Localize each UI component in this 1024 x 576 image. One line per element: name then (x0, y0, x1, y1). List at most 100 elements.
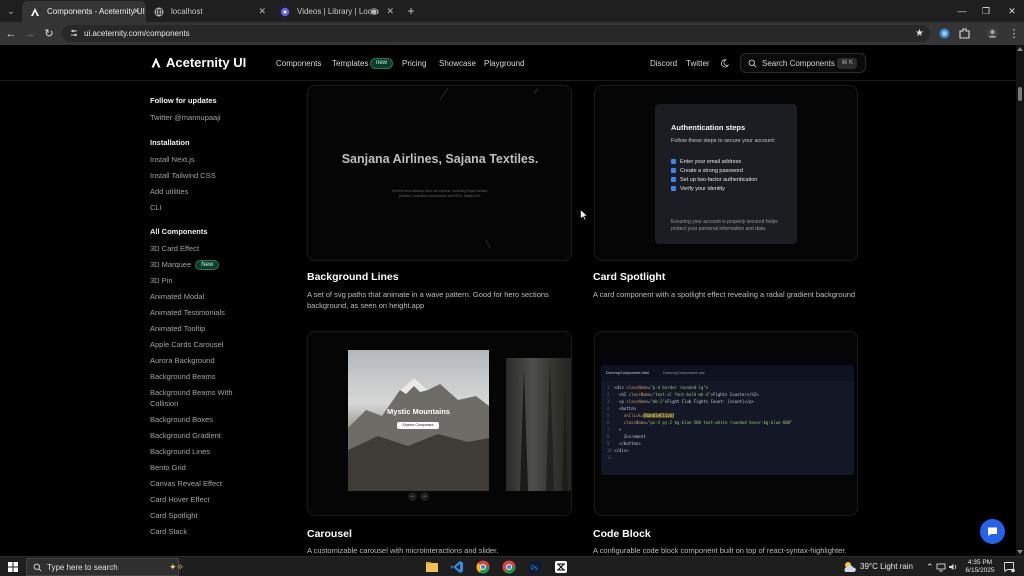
file-explorer-icon[interactable] (424, 559, 440, 575)
back-icon[interactable]: ← (3, 26, 19, 42)
moon-icon[interactable] (720, 59, 729, 68)
background-lines-preview[interactable]: Sanjana Airlines, Sajana Textiles. Get t… (307, 85, 572, 261)
nav-components[interactable]: Components (276, 59, 321, 68)
tab-search-icon[interactable]: ⌄ (3, 3, 19, 19)
sidebar-item-background-gradient[interactable]: Background Gradient (150, 431, 221, 441)
carousel-prev-icon[interactable]: ← (408, 492, 417, 501)
bookmark-star-icon[interactable]: ★ (915, 25, 924, 42)
nav-twitter[interactable]: Twitter (686, 59, 710, 68)
sidebar-item-animated-tooltip[interactable]: Animated Tooltip (150, 324, 205, 334)
site-logo-text[interactable]: Aceternity UI (166, 55, 246, 70)
search-components-input[interactable]: Search Components ⌘ K (740, 53, 866, 73)
sidebar-item-twitter[interactable]: Twitter @mannupaaji (150, 113, 221, 123)
restore-icon[interactable]: ❐ (976, 3, 996, 19)
volume-icon[interactable] (948, 562, 958, 572)
extension-icon[interactable] (938, 27, 951, 40)
loom-icon (280, 7, 290, 17)
carousel-slide-mountains[interactable] (348, 350, 489, 491)
url-text[interactable]: ui.aceternity.com/components (84, 25, 190, 42)
taskbar-search-input[interactable]: Type here to search ✦✧ (26, 558, 184, 576)
sidebar-item-background-beams-collision[interactable]: Background Beams With (150, 388, 233, 398)
carousel-preview[interactable]: Mystic Mountains Explore Component ← → (307, 331, 572, 516)
menu-dots-icon[interactable]: ⋮ (1006, 26, 1022, 42)
card-title-card-spotlight[interactable]: Card Spotlight (593, 271, 665, 283)
tab-title: localhost (171, 7, 203, 16)
card-title-carousel[interactable]: Carousel (307, 528, 352, 540)
sidebar-item-card-spotlight[interactable]: Card Spotlight (150, 511, 198, 521)
tab-close-icon[interactable]: ✕ (258, 1, 266, 22)
search-shortcut-badge: ⌘ K (837, 58, 857, 69)
site-info-icon[interactable] (69, 28, 79, 38)
sidebar-heading-all-components: All Components (150, 227, 208, 236)
scroll-down-icon[interactable] (1017, 550, 1023, 554)
reload-icon[interactable]: ↻ (41, 26, 57, 42)
carousel-explore-button[interactable]: Explore Component (397, 422, 439, 429)
tab-localhost[interactable]: localhost ✕ (146, 1, 272, 22)
notifications-icon[interactable] (1003, 561, 1015, 573)
photoshop-icon[interactable]: Ps (527, 559, 543, 575)
card-title-background-lines[interactable]: Background Lines (307, 271, 399, 283)
code-tab-css[interactable]: DummyComponent.css (663, 370, 705, 375)
chrome-icon[interactable] (475, 559, 491, 575)
sidebar-item-aurora-background[interactable]: Aurora Background (150, 356, 215, 366)
sidebar-item-card-stack[interactable]: Card Stack (150, 527, 187, 537)
tab-close-icon[interactable]: ✕ (386, 1, 394, 22)
carousel-slide-forest[interactable] (506, 358, 571, 491)
aceternity-logo-icon[interactable] (151, 57, 161, 68)
tab-close-icon[interactable]: ✕ (132, 1, 140, 22)
chat-support-button[interactable] (980, 519, 1005, 544)
weather-icon[interactable] (843, 560, 857, 574)
sidebar-item-canvas-reveal-effect[interactable]: Canvas Reveal Effect (150, 479, 222, 489)
tab-loom[interactable]: Videos | Library | Loom ◉ ✕ (272, 1, 400, 22)
windows-start-icon[interactable] (8, 562, 18, 572)
network-icon[interactable] (936, 562, 946, 572)
nav-discord[interactable]: Discord (650, 59, 677, 68)
carousel-next-icon[interactable]: → (420, 492, 429, 501)
sidebar-item-background-beams-collision-line2[interactable]: Collision (150, 399, 178, 409)
nav-pricing[interactable]: Pricing (402, 59, 426, 68)
auth-title: Authentication steps (671, 123, 746, 132)
page-scrollbar[interactable] (1016, 45, 1024, 556)
nav-showcase[interactable]: Showcase (439, 59, 476, 68)
recording-icon[interactable]: ◉ (370, 1, 378, 22)
code-tab-html[interactable]: DummyComponent.html (606, 370, 649, 375)
sidebar-item-background-lines[interactable]: Background Lines (150, 447, 210, 457)
sidebar-item-animated-testimonials[interactable]: Animated Testimonials (150, 308, 225, 318)
scroll-up-icon[interactable] (1017, 47, 1023, 51)
chrome-profile-icon[interactable] (501, 559, 517, 575)
tray-chevron-icon[interactable]: ⌃ (926, 557, 934, 576)
minimize-icon[interactable]: — (952, 3, 972, 19)
system-clock[interactable]: 4:35 PM 6/15/2025 (960, 559, 1000, 575)
sidebar-item-install-nextjs[interactable]: Install Next.js (150, 155, 195, 165)
code-line: 2 <h2 className="text-xl font-bold mb-4"… (607, 392, 759, 397)
scrollbar-thumb[interactable] (1018, 87, 1022, 101)
code-block-preview[interactable]: DummyComponent.html DummyComponent.css 1… (594, 331, 858, 516)
sidebar-item-3d-card-effect[interactable]: 3D Card Effect (150, 244, 199, 254)
card-spotlight-preview[interactable]: Authentication steps Follow these steps … (594, 85, 858, 261)
code-line: 3 <p className="mb-2">Fight Club Fights … (607, 399, 754, 404)
close-window-icon[interactable]: ✕ (1002, 3, 1022, 19)
sidebar-item-3d-pin[interactable]: 3D Pin (150, 276, 173, 286)
sidebar-item-3d-marquee[interactable]: 3D Marquee New (150, 260, 220, 270)
puzzle-extensions-icon[interactable] (958, 27, 971, 40)
card-title-code-block[interactable]: Code Block (593, 528, 651, 540)
weather-text[interactable]: 39°C Light rain (860, 557, 913, 576)
nav-playground[interactable]: Playground (484, 59, 524, 68)
sidebar-item-cli[interactable]: CLI (150, 203, 162, 213)
tab-aceternity[interactable]: Components - Aceternity UI ✕ (22, 1, 146, 22)
sidebar-item-apple-cards-carousel[interactable]: Apple Cards Carousel (150, 340, 223, 350)
sidebar-item-card-hover-effect[interactable]: Card Hover Effect (150, 495, 209, 505)
sidebar-item-background-boxes[interactable]: Background Boxes (150, 415, 213, 425)
new-tab-button[interactable]: + (404, 3, 418, 19)
profile-avatar-icon[interactable] (986, 27, 999, 40)
sidebar-item-bento-grid[interactable]: Bento Grid (150, 463, 186, 473)
sidebar-item-background-beams[interactable]: Background Beams (150, 372, 215, 382)
nav-templates[interactable]: Templates (332, 59, 368, 68)
sidebar-item-install-tailwind[interactable]: Install Tailwind CSS (150, 171, 216, 181)
address-bar[interactable]: ui.aceternity.com/components ★ (62, 25, 930, 42)
sidebar-item-add-utilities[interactable]: Add utilities (150, 187, 188, 197)
sidebar-item-animated-modal[interactable]: Animated Modal (150, 292, 204, 302)
forward-icon[interactable]: → (22, 26, 38, 42)
vscode-icon[interactable] (449, 559, 465, 575)
capcut-icon[interactable] (553, 559, 569, 575)
